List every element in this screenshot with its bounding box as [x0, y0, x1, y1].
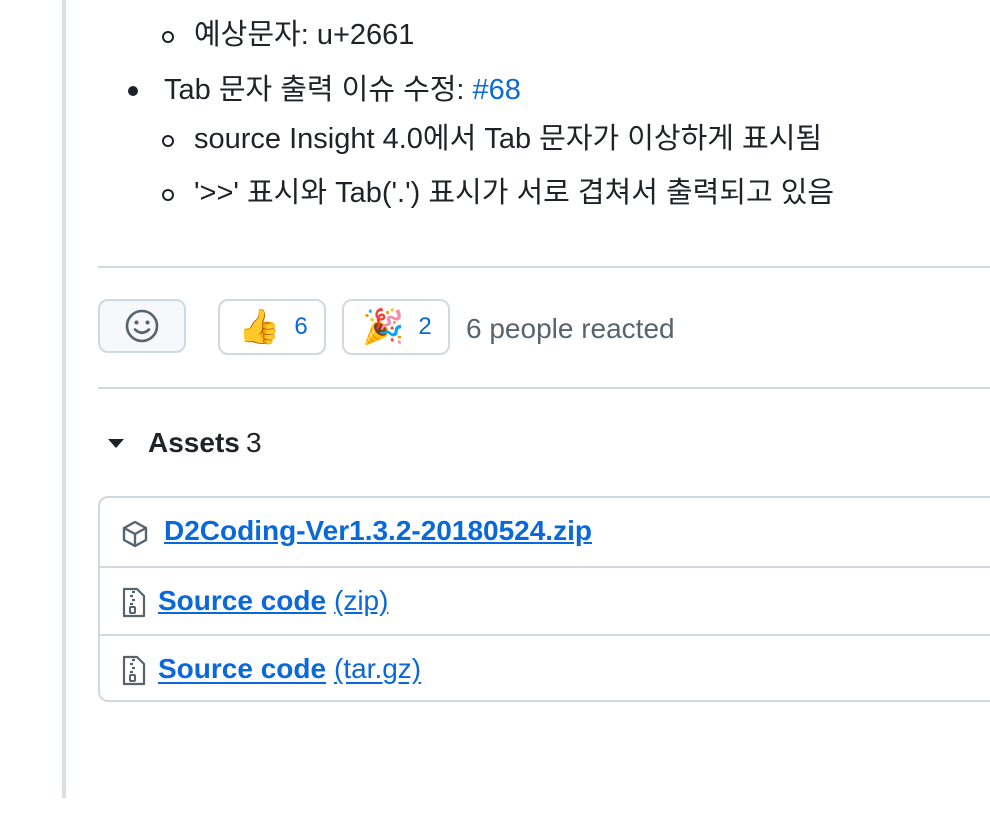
list-item: Tab 문자 출력 이슈 수정: #68: [128, 72, 521, 108]
asset-row: D2Coding-Ver1.3.2-20180524.zip: [100, 498, 990, 566]
list-item: 예상문자: u+2661: [161, 17, 415, 53]
list-item-text: source Insight 4.0에서 Tab 문자가 이상하게 표시됨: [194, 123, 823, 155]
reactions-summary: 6 people reacted: [466, 313, 675, 344]
file-zip-icon: [122, 587, 146, 618]
smiley-icon: [125, 309, 159, 343]
asset-row: Source code (zip): [100, 566, 990, 636]
assets-list: D2Coding-Ver1.3.2-20180524.zip Source co…: [98, 496, 990, 702]
source-code-zip-link[interactable]: Source code: [158, 585, 326, 617]
package-icon: [122, 520, 148, 548]
assets-title: Assets: [148, 427, 240, 458]
asset-row: Source code (tar.gz): [100, 634, 990, 704]
assets-toggle[interactable]: Assets 3: [98, 425, 698, 465]
reaction-count: 2: [418, 313, 432, 340]
list-item-text: Tab 문자 출력 이슈 수정:: [164, 74, 473, 106]
add-reaction-button[interactable]: [98, 299, 186, 353]
reaction-count: 6: [294, 313, 308, 340]
list-item: source Insight 4.0에서 Tab 문자가 이상하게 표시됨: [161, 121, 823, 157]
reactions-bar: 👍 6 🎉 2 6 people reacted: [98, 299, 990, 355]
divider: [98, 387, 990, 389]
source-code-zip-ext[interactable]: (zip): [334, 585, 388, 617]
file-zip-icon: [122, 655, 146, 686]
issue-link[interactable]: #68: [473, 74, 521, 106]
source-code-targz-ext[interactable]: (tar.gz): [334, 653, 421, 685]
reaction-hooray-button[interactable]: 🎉 2: [342, 299, 450, 355]
thumbs-up-icon: 👍: [238, 307, 281, 347]
list-item: '>>' 표시와 Tab('.') 표시가 서로 겹쳐서 출력되고 있음: [161, 175, 835, 211]
timeline-line: [62, 0, 66, 798]
party-popper-icon: 🎉: [362, 307, 405, 347]
asset-download-link[interactable]: D2Coding-Ver1.3.2-20180524.zip: [164, 515, 592, 547]
list-item-text: 예상문자: u+2661: [194, 19, 415, 51]
divider: [98, 266, 990, 268]
source-code-targz-link[interactable]: Source code: [158, 653, 326, 685]
list-item-text: '>>' 표시와 Tab('.') 표시가 서로 겹쳐서 출력되고 있음: [194, 177, 835, 209]
caret-down-icon: [108, 439, 124, 448]
reaction-thumbs-up-button[interactable]: 👍 6: [218, 299, 326, 355]
assets-count: 3: [246, 427, 262, 458]
